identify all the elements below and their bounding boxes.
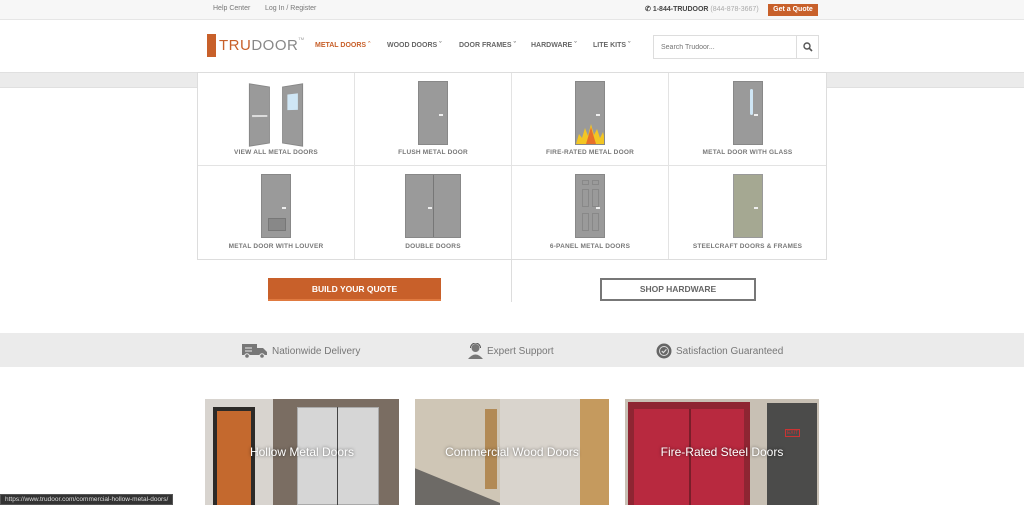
menu-item-fire-rated-metal-door[interactable]: FIRE-RATED METAL DOOR bbox=[512, 73, 669, 166]
menu-item-label: FLUSH METAL DOOR bbox=[398, 149, 468, 156]
menu-item-flush-metal-door[interactable]: FLUSH METAL DOOR bbox=[355, 73, 512, 166]
flame-icon bbox=[576, 124, 604, 144]
menu-item-6-panel-metal-doors[interactable]: 6-PANEL METAL DOORS bbox=[512, 166, 669, 259]
phone-alt: (844-878-3667) bbox=[710, 6, 759, 13]
chevron-down-icon: ˇ bbox=[574, 42, 577, 49]
menu-item-steelcraft-doors-frames[interactable]: STEELCRAFT DOORS & FRAMES bbox=[669, 166, 826, 259]
louver-door-image bbox=[261, 174, 291, 238]
chevron-down-icon: ˇ bbox=[439, 42, 442, 49]
nav-metal-doors[interactable]: METAL DOORS ˆ bbox=[315, 42, 370, 49]
feature-label: Satisfaction Guaranteed bbox=[676, 345, 784, 357]
badge-check-icon bbox=[656, 343, 672, 359]
feature-satisfaction-guaranteed: Satisfaction Guaranteed bbox=[656, 343, 783, 359]
nav-hardware[interactable]: HARDWARE ˇ bbox=[531, 42, 577, 49]
menu-item-label: VIEW ALL METAL DOORS bbox=[234, 149, 318, 156]
steelcraft-door-image bbox=[732, 174, 763, 238]
nav-label: LITE KITS bbox=[593, 42, 627, 49]
menu-item-view-all-metal-doors[interactable]: VIEW ALL METAL DOORS bbox=[198, 73, 355, 166]
fire-door-image bbox=[575, 81, 605, 145]
chevron-down-icon: ˇ bbox=[628, 42, 631, 49]
features-bar: Nationwide Delivery Expert Support Satis… bbox=[0, 333, 1024, 367]
double-door-image bbox=[405, 174, 461, 238]
logo-tru: TRU bbox=[219, 36, 252, 54]
nav-label: HARDWARE bbox=[531, 42, 573, 49]
help-center-link[interactable]: Help Center bbox=[213, 5, 250, 12]
chevron-up-icon: ˆ bbox=[368, 42, 371, 49]
menu-item-label: 6-PANEL METAL DOORS bbox=[549, 243, 631, 250]
nav-door-frames[interactable]: DOOR FRAMES ˇ bbox=[459, 42, 516, 49]
menu-item-label: METAL DOOR WITH LOUVER bbox=[228, 243, 324, 250]
headset-icon bbox=[468, 343, 483, 359]
nav-label: DOOR FRAMES bbox=[459, 42, 512, 49]
feature-expert-support: Expert Support bbox=[468, 343, 554, 359]
logo-door: DOOR bbox=[251, 36, 299, 54]
feature-label: Expert Support bbox=[487, 345, 554, 357]
menu-item-metal-door-with-glass[interactable]: METAL DOOR WITH GLASS bbox=[669, 73, 826, 166]
six-panel-door-image bbox=[575, 174, 605, 238]
nav-wood-doors[interactable]: WOOD DOORS ˇ bbox=[387, 42, 441, 49]
nav-label: WOOD DOORS bbox=[387, 42, 438, 49]
nav-lite-kits[interactable]: LITE KITS ˇ bbox=[593, 42, 630, 49]
menu-item-label: METAL DOOR WITH GLASS bbox=[702, 149, 793, 156]
shop-hardware-button[interactable]: SHOP HARDWARE bbox=[600, 278, 756, 301]
logo-tm: TM bbox=[298, 36, 305, 41]
flush-door-image bbox=[418, 81, 448, 145]
phone-number[interactable]: ✆ 1-844-TRUDOOR (844-878-3667) bbox=[645, 5, 759, 13]
glass-door-image bbox=[732, 81, 763, 145]
search-box bbox=[653, 35, 819, 59]
tile-caption: Fire-Rated Steel Doors bbox=[660, 445, 784, 459]
logo-door-icon bbox=[207, 33, 216, 57]
category-tile-hollow-metal-doors[interactable]: Hollow Metal Doors bbox=[205, 399, 399, 505]
door-pair-image bbox=[248, 81, 304, 147]
trudoor-logo[interactable]: TRU DOOR TM bbox=[207, 33, 304, 57]
menu-item-double-doors[interactable]: DOUBLE DOORS bbox=[355, 166, 512, 259]
status-bar-url: https://www.trudoor.com/commercial-hollo… bbox=[0, 494, 174, 505]
search-input[interactable] bbox=[654, 36, 796, 59]
category-tile-commercial-wood-doors[interactable]: Commercial Wood Doors bbox=[415, 399, 609, 505]
menu-item-label: FIRE-RATED METAL DOOR bbox=[546, 149, 634, 156]
menu-item-metal-door-with-louver[interactable]: METAL DOOR WITH LOUVER bbox=[198, 166, 355, 259]
phone-icon: ✆ bbox=[645, 6, 651, 13]
cta-divider bbox=[511, 260, 512, 302]
menu-item-label: DOUBLE DOORS bbox=[405, 243, 461, 250]
nav-label: METAL DOORS bbox=[315, 42, 367, 49]
tile-caption: Commercial Wood Doors bbox=[445, 445, 579, 459]
phone-label: 1-844-TRUDOOR bbox=[652, 6, 709, 13]
truck-icon bbox=[242, 344, 267, 359]
login-register-link[interactable]: Log In / Register bbox=[265, 5, 316, 12]
get-a-quote-button[interactable]: Get a Quote bbox=[768, 4, 818, 16]
top-bar: Help Center Log In / Register ✆ 1-844-TR… bbox=[0, 0, 1024, 20]
build-your-quote-button[interactable]: BUILD YOUR QUOTE bbox=[268, 278, 441, 301]
feature-nationwide-delivery: Nationwide Delivery bbox=[242, 343, 360, 359]
category-tile-fire-rated-steel-doors[interactable]: EXIT Fire-Rated Steel Doors bbox=[625, 399, 819, 505]
chevron-down-icon: ˇ bbox=[513, 42, 516, 49]
feature-label: Nationwide Delivery bbox=[272, 345, 361, 357]
search-icon bbox=[802, 42, 813, 52]
search-button[interactable] bbox=[796, 36, 818, 58]
tile-caption: Hollow Metal Doors bbox=[249, 445, 355, 459]
menu-item-label: STEELCRAFT DOORS & FRAMES bbox=[692, 243, 803, 250]
metal-doors-mega-menu: VIEW ALL METAL DOORS FLUSH METAL DOOR FI… bbox=[197, 72, 827, 260]
